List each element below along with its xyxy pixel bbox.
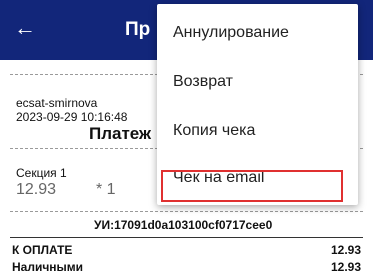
- divider: [10, 211, 363, 212]
- ui-code: УИ:17091d0a103100cf0717cee0: [94, 218, 273, 232]
- divider: [10, 237, 363, 238]
- section-label: Секция 1: [16, 166, 67, 180]
- total-value: 12.93: [330, 243, 361, 257]
- page-title: Пр: [125, 19, 151, 40]
- menu-item-label: Копия чека: [173, 122, 256, 139]
- receipt-heading: Платеж: [89, 124, 152, 143]
- menu-item-label: Аннулирование: [173, 24, 289, 41]
- item-price: 12.93: [16, 181, 57, 198]
- overflow-menu: Аннулирование Возврат Копия чека Чек на …: [157, 4, 358, 205]
- cashier-name: ecsat-smirnova: [16, 96, 98, 110]
- item-quantity: * 1: [96, 181, 116, 198]
- cash-label: Наличными: [12, 260, 84, 274]
- menu-item-receipt-copy[interactable]: Копия чека: [157, 108, 358, 156]
- menu-item-return[interactable]: Возврат: [157, 59, 358, 107]
- back-arrow-icon[interactable]: ←: [12, 15, 38, 41]
- menu-item-annul[interactable]: Аннулирование: [157, 10, 358, 58]
- highlight-box: [161, 170, 343, 202]
- cash-value: 12.93: [330, 260, 361, 274]
- receipt-datetime: 2023-09-29 10:16:48: [16, 110, 128, 124]
- total-label: К ОПЛАТЕ: [12, 243, 73, 257]
- menu-item-label: Возврат: [173, 73, 233, 90]
